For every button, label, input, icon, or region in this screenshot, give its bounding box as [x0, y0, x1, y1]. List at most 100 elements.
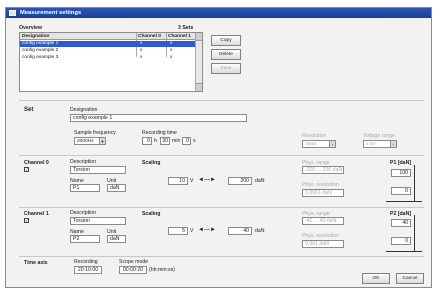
channel0-checkbox[interactable]: ✓: [24, 167, 29, 172]
ch0-x-axis: [386, 201, 422, 202]
ch1-voltage-unit: V: [190, 228, 194, 234]
ch1-description-input[interactable]: Torsion: [70, 217, 126, 225]
header-channel0: Channel 0: [138, 34, 161, 39]
ch0-description-input[interactable]: Torsion: [70, 166, 126, 174]
ch0-voltage-unit: V: [190, 178, 194, 184]
ch1-phys-resolution-value: 0,001 daN: [302, 240, 344, 248]
ch1-y-min-input[interactable]: 0: [391, 237, 411, 245]
ch0-name-input[interactable]: P1: [70, 184, 100, 192]
resolution-select[interactable]: 16Bit ▼: [302, 140, 336, 148]
scroll-down-icon[interactable]: [196, 83, 202, 91]
recording-time-input[interactable]: 20:10:00: [74, 266, 102, 274]
channel1-checkbox[interactable]: ✓: [24, 218, 29, 223]
ch0-phys-range-value: -200 ... 200 daN: [302, 166, 344, 174]
voltage-range-value: ± 5V: [366, 142, 376, 147]
channel1-label: Channel 1: [24, 211, 49, 217]
row-name: config example 2: [22, 48, 59, 53]
row-c1: x: [170, 55, 173, 60]
sample-frequency-select[interactable]: 2000Hz ▼: [74, 137, 106, 145]
voltage-range-label: Voltage range: [363, 133, 396, 139]
ch1-y-axis: [414, 215, 415, 251]
double-arrow-icon: ◄—►: [198, 227, 216, 233]
ch0-voltage-input[interactable]: 10: [168, 177, 188, 185]
ch0-scaling-label: Scaling: [142, 160, 161, 166]
scope-mode-unit: (hh:mm:ss): [149, 267, 175, 273]
scope-mode-label: Scope mode: [119, 259, 149, 265]
scroll-up-icon[interactable]: [196, 33, 202, 41]
ch1-phys-range-value: -40 ... 40 daN: [302, 217, 344, 225]
rec-seconds-input[interactable]: 0: [182, 137, 191, 145]
ch0-phys-unit: daN: [255, 178, 265, 184]
save-button[interactable]: Save: [211, 63, 241, 74]
ok-button[interactable]: OK: [362, 273, 390, 284]
recording-label: Recording: [74, 259, 98, 265]
time-axis-label: Time axis: [24, 260, 48, 266]
table-row[interactable]: config example 1 x x: [20, 41, 195, 47]
double-arrow-icon: ◄—►: [198, 177, 216, 183]
row-name: config example 1: [22, 41, 59, 46]
ch0-y-min-input[interactable]: 0: [391, 187, 411, 195]
table-row[interactable]: config example 3 x x: [20, 55, 195, 61]
ch0-y-max-input[interactable]: 100: [391, 169, 411, 177]
resolution-label: Resolution: [302, 133, 327, 139]
ch0-y-axis: [414, 165, 415, 201]
chevron-down-icon: ▼: [329, 141, 335, 147]
scope-mode-input[interactable]: 00:00:20: [119, 266, 147, 274]
delete-button[interactable]: Delete: [211, 49, 241, 60]
row-c0: x: [140, 41, 143, 46]
title-bar: Measurement settings: [6, 8, 431, 18]
ch0-phys-resolution-label: Phys. resolution: [302, 182, 339, 188]
ch1-name-input[interactable]: P2: [70, 235, 100, 243]
ch1-x-axis: [386, 251, 422, 252]
divider: [19, 155, 424, 156]
rec-hours-input[interactable]: 0: [142, 137, 152, 145]
ch0-phys-input[interactable]: 200: [228, 177, 252, 185]
header-designation: Designation: [22, 34, 50, 39]
designation-label: Designation: [70, 107, 98, 113]
rec-minutes-input[interactable]: 30: [160, 137, 170, 145]
sample-frequency-value: 2000Hz: [77, 139, 94, 144]
sample-frequency-label: Sample frequency: [74, 130, 116, 136]
divider: [19, 207, 424, 208]
table-row[interactable]: config example 2 x x: [20, 48, 195, 54]
resolution-value: 16Bit: [305, 142, 316, 147]
ch1-phys-resolution-label: Phys. resolution: [302, 233, 339, 239]
designation-input[interactable]: config example 1: [70, 114, 247, 122]
divider: [19, 256, 424, 257]
row-c1: x: [170, 41, 173, 46]
ch1-y-max-input[interactable]: 40: [391, 219, 411, 227]
ch1-phys-input[interactable]: 40: [228, 227, 252, 235]
minutes-unit: min: [172, 138, 181, 144]
ch1-unit-input[interactable]: daN: [107, 235, 126, 243]
table-scrollbar[interactable]: [195, 33, 202, 91]
hours-unit: h: [154, 138, 157, 144]
row-c0: x: [140, 55, 143, 60]
sets-count: 3 Sets: [178, 25, 194, 31]
ch0-description-label: Description: [70, 159, 96, 165]
row-name: config example 3: [22, 55, 59, 60]
divider: [19, 100, 424, 101]
recording-time-label: Recording time: [142, 130, 177, 136]
set-label: Set: [24, 107, 34, 113]
seconds-unit: s: [193, 138, 196, 144]
table-header: Designation Channel 0 Channel 1: [20, 33, 202, 40]
ch0-phys-resolution-value: 0,0061 daN: [302, 189, 344, 197]
settings-window: Measurement settings Overview 3 Sets Des…: [5, 7, 432, 288]
ch1-phys-unit: daN: [255, 228, 265, 234]
chevron-down-icon: ▼: [99, 138, 105, 144]
voltage-range-select[interactable]: ± 5V ▼: [363, 140, 397, 148]
ch0-unit-input[interactable]: daN: [107, 184, 126, 192]
window-title: Measurement settings: [20, 10, 82, 16]
chevron-down-icon: ▼: [390, 141, 396, 147]
row-c1: x: [170, 48, 173, 53]
window-icon: [9, 10, 16, 16]
cancel-button[interactable]: Cancel: [396, 273, 424, 284]
overview-label: Overview: [19, 25, 43, 31]
overview-table[interactable]: Designation Channel 0 Channel 1 config e…: [19, 32, 203, 92]
ch1-axis-label: P2 [daN]: [390, 211, 412, 217]
copy-button[interactable]: Copy: [211, 35, 241, 46]
ch0-axis-label: P1 [daN]: [390, 160, 412, 166]
row-c0: x: [140, 48, 143, 53]
ch1-voltage-input[interactable]: 5: [168, 227, 188, 235]
ch1-description-label: Description: [70, 210, 96, 216]
